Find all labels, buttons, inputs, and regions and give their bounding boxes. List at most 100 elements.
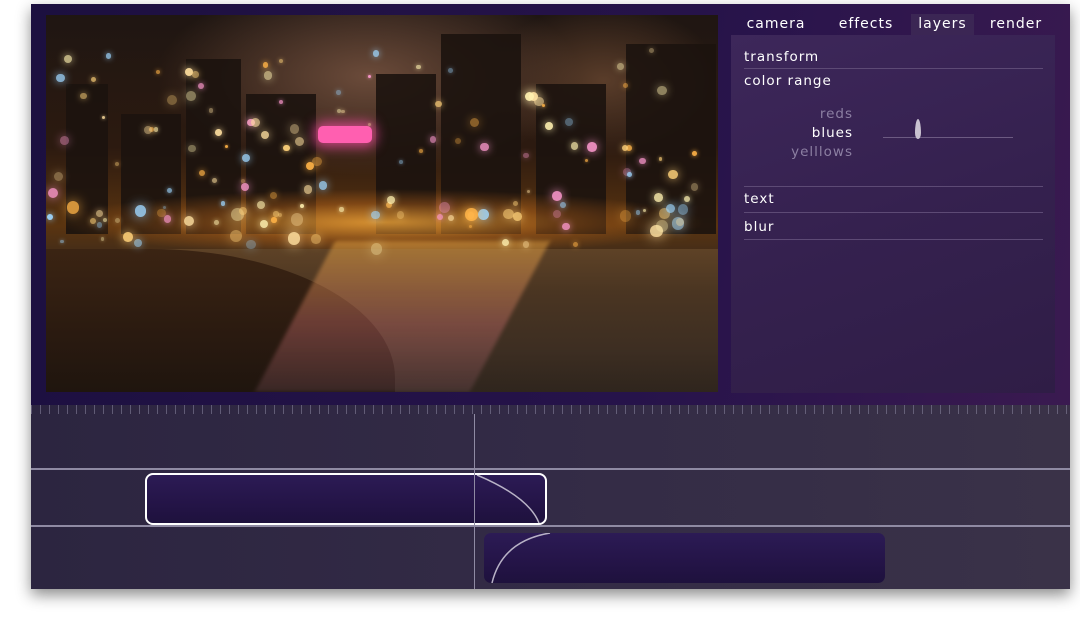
bokeh-light [438, 201, 450, 213]
bokeh-light [96, 222, 102, 228]
bokeh-light [166, 187, 172, 193]
timeline[interactable] [31, 405, 1070, 589]
timeline-clip-selected[interactable] [145, 473, 547, 525]
divider [744, 68, 1043, 69]
bokeh-light [59, 136, 69, 146]
timeline-ruler[interactable] [31, 405, 1070, 414]
bokeh-light [668, 169, 678, 180]
bokeh-light [468, 224, 472, 229]
bokeh-light [465, 208, 478, 222]
bokeh-light [271, 217, 277, 223]
bokeh-light [416, 64, 421, 70]
bokeh-light [95, 210, 103, 218]
section-transform[interactable]: transform [744, 49, 819, 65]
bokeh-light [684, 195, 691, 202]
bokeh-light [626, 171, 632, 177]
track-divider [31, 468, 1070, 470]
bokeh-light [587, 142, 597, 152]
bokeh-light [419, 148, 424, 153]
bokeh-light [283, 144, 290, 151]
section-text[interactable]: text [744, 191, 775, 207]
bokeh-light [522, 241, 530, 248]
bokeh-light [192, 71, 199, 78]
bokeh-light [213, 220, 219, 225]
divider [744, 239, 1043, 240]
bokeh-light [278, 99, 283, 104]
bokeh-light [278, 58, 283, 63]
bokeh-light [80, 92, 87, 99]
section-blur[interactable]: blur [744, 219, 774, 235]
bokeh-light [691, 150, 697, 156]
bokeh-light [186, 91, 196, 101]
bokeh-light [60, 239, 64, 244]
bokeh-light [47, 188, 58, 199]
bokeh-light [435, 100, 442, 108]
bokeh-light [675, 218, 684, 227]
bokeh-light [318, 181, 328, 190]
bokeh-light [123, 231, 134, 242]
bokeh-light [657, 85, 667, 95]
bokeh-light [220, 201, 226, 206]
bokeh-light [386, 196, 395, 205]
bokeh-light [312, 156, 322, 166]
bokeh-light [503, 209, 514, 220]
bokeh-light [370, 242, 383, 255]
bokeh-light [264, 71, 273, 80]
bokeh-light [367, 122, 371, 126]
color-range-slider-track[interactable] [883, 137, 1013, 138]
bokeh-light [619, 210, 632, 222]
bokeh-light [617, 63, 624, 70]
bokeh-light [238, 206, 248, 215]
clip-transition-curve [491, 533, 551, 583]
color-range-option-yellows[interactable]: yelllows [791, 144, 853, 160]
tab-effects[interactable]: effects [829, 14, 903, 36]
bokeh-light [560, 202, 566, 209]
bokeh-light [90, 217, 96, 224]
color-range-option-reds[interactable]: reds [820, 106, 853, 122]
track-divider [31, 525, 1070, 527]
bokeh-light [303, 185, 312, 194]
bokeh-light [656, 220, 668, 232]
playhead[interactable] [474, 414, 475, 589]
color-range-slider-handle[interactable] [915, 119, 921, 139]
bokeh-light [639, 157, 646, 165]
bokeh-light [242, 154, 250, 163]
bokeh-light [584, 158, 588, 162]
panel-tabs: camera roll effects layers render [731, 14, 1061, 52]
bokeh-light [144, 126, 152, 134]
bokeh-light [91, 76, 97, 82]
bokeh-light [571, 142, 579, 150]
bokeh-light [399, 160, 404, 164]
bokeh-light [290, 213, 304, 226]
clip-transition-curve [476, 475, 540, 523]
bokeh-light [339, 207, 344, 212]
divider [744, 186, 1043, 187]
bokeh-light [183, 215, 194, 226]
bokeh-light [526, 189, 530, 193]
bokeh-light [188, 144, 196, 153]
bokeh-light [562, 222, 570, 231]
bokeh-light [211, 177, 217, 183]
bokeh-light [166, 95, 177, 106]
photo-preview[interactable] [46, 15, 718, 392]
bokeh-light [551, 190, 562, 201]
bokeh-light [447, 68, 453, 74]
bokeh-light [621, 144, 628, 152]
bokeh-light [478, 208, 490, 220]
tab-render[interactable]: render [983, 14, 1049, 36]
layers-panel: transform color range reds blues yelllow… [731, 35, 1055, 393]
color-range-option-blues[interactable]: blues [812, 125, 853, 141]
bokeh-light [480, 142, 489, 152]
tab-camera-roll[interactable]: camera roll [731, 14, 821, 52]
bokeh-light [134, 238, 143, 247]
bokeh-light [691, 183, 699, 191]
timeline-clip[interactable] [484, 533, 885, 583]
tab-layers[interactable]: layers [911, 14, 974, 36]
section-color-range[interactable]: color range [744, 73, 832, 89]
divider [744, 212, 1043, 213]
bokeh-light [66, 201, 79, 214]
workspace: camera roll effects layers render transf… [31, 4, 1070, 405]
bokeh-light [678, 204, 689, 215]
bokeh-light [653, 193, 663, 203]
bokeh-light [564, 117, 573, 126]
